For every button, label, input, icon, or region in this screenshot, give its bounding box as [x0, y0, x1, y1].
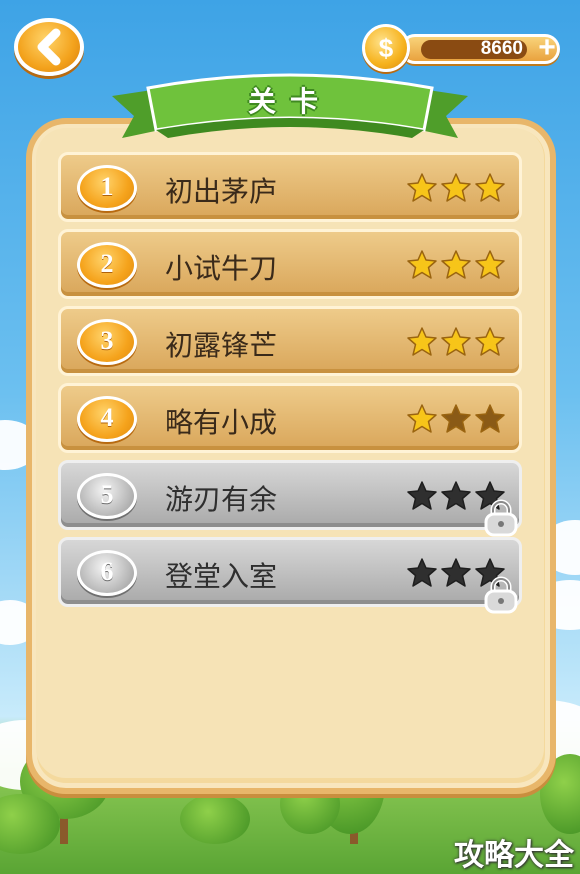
chevron-left-icon	[37, 28, 61, 66]
level-number-badge: 4	[77, 396, 137, 442]
star-icon	[407, 558, 437, 587]
star-icon	[407, 250, 437, 279]
level-item-2[interactable]: 2 小试牛刀	[58, 229, 522, 299]
coin-balance: 8660 $ +	[362, 24, 567, 72]
star-icon	[475, 404, 505, 433]
level-stars	[407, 404, 507, 434]
level-item-4[interactable]: 4 略有小成	[58, 383, 522, 453]
level-number-badge: 2	[77, 242, 137, 288]
level-name: 登堂入室	[165, 560, 278, 593]
level-number-badge: 5	[77, 473, 137, 519]
star-icon	[407, 404, 437, 433]
star-icon	[441, 327, 471, 356]
star-icon	[407, 327, 437, 356]
level-name: 游刃有余	[165, 483, 278, 516]
level-stars	[407, 173, 507, 203]
level-number-badge: 1	[77, 165, 137, 211]
level-number-badge: 6	[77, 550, 137, 596]
level-item-1[interactable]: 1 初出茅庐	[58, 152, 522, 222]
star-icon	[407, 173, 437, 202]
star-icon	[475, 173, 505, 202]
level-number-badge: 3	[77, 319, 137, 365]
level-stars	[407, 250, 507, 280]
add-coins-button[interactable]: +	[532, 33, 562, 64]
star-icon	[441, 558, 471, 587]
star-icon	[441, 404, 471, 433]
level-name: 小试牛刀	[165, 252, 278, 285]
watermark: 攻略大全	[454, 838, 574, 873]
star-icon	[441, 173, 471, 202]
star-icon	[475, 327, 505, 356]
coin-icon: $	[362, 24, 410, 72]
page-title: 关卡	[247, 85, 332, 118]
level-item-6[interactable]: 6 登堂入室	[58, 537, 522, 614]
lock-icon	[481, 576, 521, 614]
star-icon	[441, 481, 471, 510]
star-icon	[407, 481, 437, 510]
level-stars	[407, 327, 507, 357]
level-item-5[interactable]: 5 游刃有余	[58, 460, 522, 537]
level-name: 初出茅庐	[165, 175, 278, 208]
level-item-3[interactable]: 3 初露锋芒	[58, 306, 522, 376]
level-list: 1 初出茅庐 2 小试牛刀 3 初露锋芒 4 略有小成 5 游刃有余 6 登堂入室	[58, 152, 522, 614]
lock-icon	[481, 499, 521, 537]
level-name: 初露锋芒	[165, 329, 278, 362]
level-name: 略有小成	[165, 406, 278, 439]
back-button[interactable]	[14, 18, 84, 76]
title-ribbon: 关卡	[112, 68, 468, 152]
star-icon	[475, 250, 505, 279]
coin-count: 8660	[480, 38, 523, 59]
star-icon	[441, 250, 471, 279]
